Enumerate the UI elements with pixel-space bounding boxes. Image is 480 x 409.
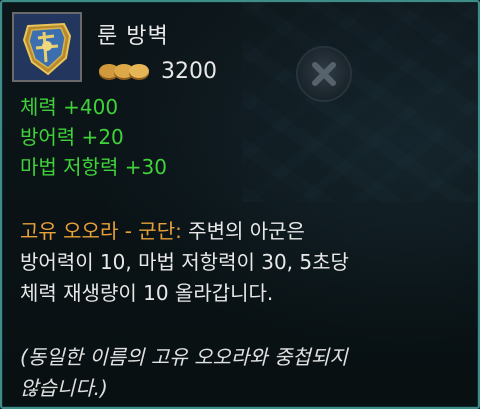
aura-line-1: 고유 오오라 - 군단: 주변의 아군은	[20, 216, 470, 247]
aura-name: 고유 오오라 - 군단:	[20, 219, 182, 243]
close-button[interactable]	[296, 46, 352, 102]
item-icon-frame	[12, 12, 82, 82]
aura-line-3: 체력 재생량이 10 올라갑니다.	[20, 281, 274, 305]
item-cost: 3200	[97, 56, 217, 86]
stacking-note: (동일한 이름의 고유 오오라와 중첩되지 않습니다.)	[20, 342, 470, 404]
stat-magic-resist: 마법 저항력 +30	[20, 155, 167, 179]
background-texture	[242, 2, 478, 202]
close-icon	[312, 62, 336, 86]
stat-health: 체력 +400	[20, 95, 119, 119]
stat-armor: 방어력 +20	[20, 125, 124, 149]
aura-text-1: 주변의 아군은	[181, 219, 305, 243]
note-line-1: (동일한 이름의 고유 오오라와 중첩되지	[20, 345, 348, 369]
note-line-2: 않습니다.)	[20, 376, 108, 400]
stat-list: 체력 +400 방어력 +20 마법 저항력 +30	[20, 92, 167, 182]
aura-line-2: 방어력이 10, 마법 저항력이 30, 5초당	[20, 250, 349, 274]
rune-shield-icon	[14, 14, 80, 80]
gold-coins-icon	[99, 64, 149, 80]
gold-cost-value: 3200	[161, 58, 217, 84]
item-name: 룬 방벽	[97, 24, 169, 49]
aura-description: 고유 오오라 - 군단: 주변의 아군은 방어력이 10, 마법 저항력이 30…	[20, 216, 470, 309]
item-tooltip: 룬 방벽 3200 체력 +400 방어력 +20 마법 저항력 +30 고유 …	[0, 0, 480, 409]
